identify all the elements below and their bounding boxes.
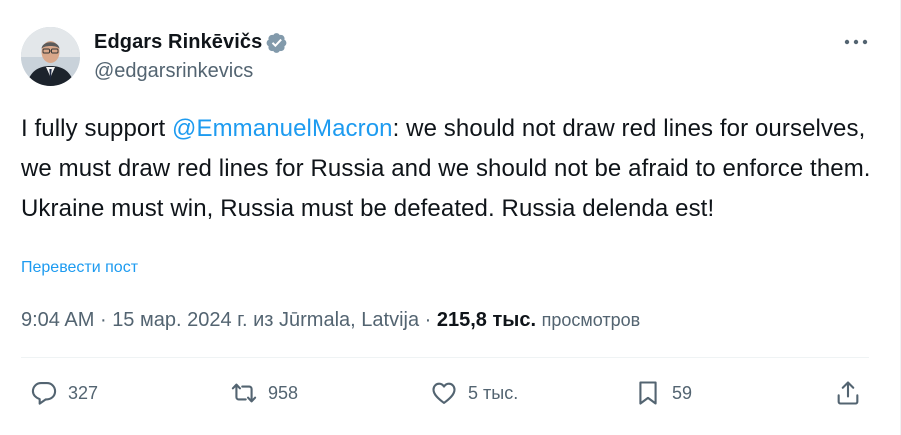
- bookmark-icon: [639, 381, 657, 405]
- tweet-text-part: I fully support: [21, 115, 173, 142]
- post-date[interactable]: 15 мар. 2024 г. из Jūrmala, Latvija: [112, 309, 419, 331]
- tweet-meta: 9:04 AM · 15 мар. 2024 г. из Jūrmala, La…: [21, 309, 640, 332]
- share-button[interactable]: [834, 379, 862, 407]
- post-time[interactable]: 9:04 AM: [21, 309, 94, 331]
- retweet-button[interactable]: 958: [230, 379, 298, 407]
- reply-button[interactable]: 327: [30, 379, 98, 407]
- share-icon: [837, 381, 859, 405]
- mention-link[interactable]: @EmmanuelMacron: [172, 115, 393, 142]
- verified-badge-icon[interactable]: [266, 32, 288, 54]
- like-button[interactable]: 5 тыс.: [430, 379, 518, 407]
- meta-separator: ·: [424, 309, 432, 331]
- display-name[interactable]: Edgars Rinkēvičs: [94, 31, 262, 54]
- tweet-text: I fully support @EmmanuelMacron: we shou…: [21, 109, 881, 229]
- reply-icon: [31, 382, 57, 405]
- divider: [21, 357, 869, 358]
- heart-icon: [432, 382, 456, 404]
- retweet-count: 958: [268, 382, 299, 403]
- retweet-icon: [231, 383, 257, 403]
- views-count: 215,8 тыс.: [436, 309, 537, 331]
- tweet-header: Edgars Rinkēvičs @edgarsrinkevics: [21, 27, 871, 87]
- action-bar: 327 958 5 тыс. 59: [0, 372, 901, 422]
- avatar-image: [21, 27, 80, 86]
- bookmark-button[interactable]: 59: [634, 379, 692, 407]
- views-label: просмотров: [541, 310, 641, 330]
- meta-separator: ·: [99, 309, 107, 331]
- avatar[interactable]: [21, 27, 80, 86]
- more-options-icon[interactable]: [841, 31, 871, 53]
- translate-post-link[interactable]: Перевести пост: [21, 259, 138, 277]
- reply-count: 327: [68, 382, 99, 403]
- bookmark-count: 59: [672, 382, 693, 403]
- like-count: 5 тыс.: [468, 382, 519, 403]
- name-row: Edgars Rinkēvičs: [94, 31, 288, 54]
- user-handle[interactable]: @edgarsrinkevics: [94, 60, 253, 83]
